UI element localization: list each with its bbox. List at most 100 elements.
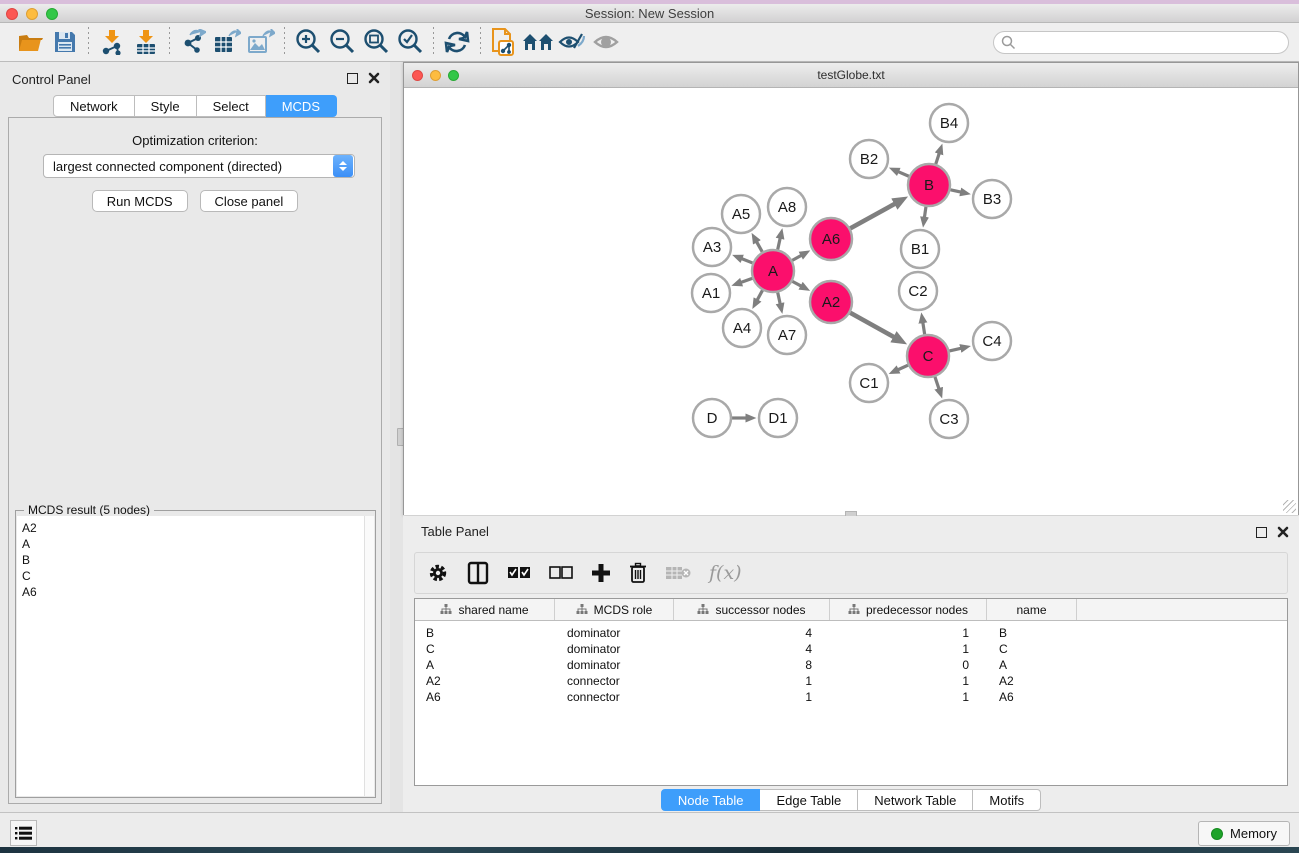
graph-node-A5[interactable]: A5 (722, 195, 760, 233)
graph-edge-C-C4[interactable] (949, 348, 961, 351)
table-row[interactable]: A6 connector 1 1 A6 (415, 689, 1287, 705)
import-table-button[interactable] (129, 26, 163, 58)
graph-node-A3[interactable]: A3 (693, 228, 731, 266)
tab-select[interactable]: Select (197, 95, 266, 117)
zoom-selected-button[interactable] (393, 26, 427, 58)
graph-edge-A2-C[interactable] (850, 313, 894, 338)
network-window-titlebar[interactable]: testGlobe.txt (404, 63, 1298, 88)
table-row[interactable]: B dominator 4 1 B (415, 625, 1287, 641)
minimize-network-button[interactable] (430, 70, 441, 81)
close-table-panel-icon[interactable] (1277, 526, 1289, 538)
graph-node-B2[interactable]: B2 (850, 140, 888, 178)
column-header-mcds-role[interactable]: MCDS role (555, 599, 674, 620)
graph-edge-A-A5[interactable] (757, 242, 763, 252)
table-row[interactable]: A dominator 8 0 A (415, 657, 1287, 673)
graph-edge-A-A3[interactable] (742, 259, 753, 263)
column-header-successor-nodes[interactable]: successor nodes (674, 599, 830, 620)
mcds-result-list[interactable]: A2 A B C A6 (17, 516, 365, 796)
maximize-window-button[interactable] (46, 8, 58, 20)
show-columns-button[interactable] (467, 561, 489, 585)
result-item[interactable]: C (22, 568, 364, 584)
graph-edge-B-B3[interactable] (950, 190, 960, 192)
float-table-panel-icon[interactable] (1256, 527, 1267, 538)
graph-node-C[interactable]: C (907, 335, 949, 377)
delete-column-button[interactable] (629, 562, 647, 584)
graph-edge-A-A2[interactable] (792, 281, 801, 286)
result-item[interactable]: A6 (22, 584, 364, 600)
result-item[interactable]: A (22, 536, 364, 552)
graph-edge-A-A4[interactable] (757, 290, 762, 300)
hide-details-button[interactable] (555, 26, 589, 58)
select-all-button[interactable] (507, 566, 531, 580)
graph-edge-C-C2[interactable] (923, 323, 925, 335)
graph-node-B1[interactable]: B1 (901, 230, 939, 268)
graph-node-A7[interactable]: A7 (768, 316, 806, 354)
graph-edge-B-B4[interactable] (936, 153, 939, 164)
resize-grip[interactable] (1283, 500, 1296, 513)
graph-edge-C-C1[interactable] (898, 365, 908, 370)
tab-edge-table[interactable]: Edge Table (760, 789, 858, 811)
graph-edge-B-B2[interactable] (898, 172, 909, 177)
graph-node-D1[interactable]: D1 (759, 399, 797, 437)
result-item[interactable]: B (22, 552, 364, 568)
close-network-button[interactable] (412, 70, 423, 81)
table-settings-button[interactable] (427, 562, 449, 584)
graph-node-C4[interactable]: C4 (973, 322, 1011, 360)
graph-edge-A-A6[interactable] (792, 255, 801, 260)
home-view-button[interactable] (521, 26, 555, 58)
apply-layout-button[interactable] (440, 26, 474, 58)
network-graph[interactable]: B4B2BB3A5A8A6B1A3AC2A1A2A4A7C4CC1C3DD1 (404, 89, 1298, 515)
open-session-button[interactable] (14, 26, 48, 58)
graph-edge-A6-B[interactable] (850, 204, 895, 229)
export-table-button[interactable] (210, 26, 244, 58)
graph-node-A1[interactable]: A1 (692, 274, 730, 312)
network-window-controls[interactable] (412, 70, 459, 81)
graph-edge-A-A1[interactable] (741, 278, 752, 282)
birdseye-view-button[interactable] (589, 26, 623, 58)
run-mcds-button[interactable]: Run MCDS (92, 190, 188, 212)
export-image-button[interactable] (244, 26, 278, 58)
table-header-row[interactable]: shared name MCDS role successor nodes pr… (415, 599, 1287, 621)
import-network-button[interactable] (95, 26, 129, 58)
column-header-predecessor-nodes[interactable]: predecessor nodes (830, 599, 987, 620)
close-window-button[interactable] (6, 8, 18, 20)
deselect-all-button[interactable] (549, 566, 573, 580)
network-canvas[interactable]: B4B2BB3A5A8A6B1A3AC2A1A2A4A7C4CC1C3DD1 (404, 89, 1298, 515)
float-panel-icon[interactable] (347, 73, 358, 84)
task-history-button[interactable] (10, 820, 37, 846)
minimize-window-button[interactable] (26, 8, 38, 20)
graph-node-C2[interactable]: C2 (899, 272, 937, 310)
save-session-button[interactable] (48, 26, 82, 58)
column-header-shared-name[interactable]: shared name (415, 599, 555, 620)
graph-node-C1[interactable]: C1 (850, 364, 888, 402)
graph-node-A2[interactable]: A2 (810, 281, 852, 323)
graph-node-B[interactable]: B (908, 164, 950, 206)
criterion-dropdown[interactable]: largest connected component (directed) (43, 154, 355, 178)
search-input[interactable] (993, 31, 1289, 54)
tab-node-table[interactable]: Node Table (661, 789, 761, 811)
add-column-button[interactable] (591, 563, 611, 583)
tab-network-table[interactable]: Network Table (858, 789, 973, 811)
tab-style[interactable]: Style (135, 95, 197, 117)
graph-node-C3[interactable]: C3 (930, 400, 968, 438)
memory-button[interactable]: Memory (1198, 821, 1290, 846)
zoom-in-button[interactable] (291, 26, 325, 58)
tab-network[interactable]: Network (53, 95, 135, 117)
result-item[interactable]: A2 (22, 520, 364, 536)
column-header-name[interactable]: name (987, 599, 1077, 620)
node-table[interactable]: shared name MCDS role successor nodes pr… (414, 598, 1288, 786)
maximize-network-button[interactable] (448, 70, 459, 81)
search-field[interactable] (993, 31, 1289, 54)
graph-node-A4[interactable]: A4 (723, 309, 761, 347)
close-panel-icon[interactable] (368, 72, 380, 84)
tab-mcds[interactable]: MCDS (266, 95, 337, 117)
graph-node-A[interactable]: A (752, 250, 794, 292)
zoom-fit-button[interactable] (359, 26, 393, 58)
export-network-button[interactable] (176, 26, 210, 58)
table-row[interactable]: A2 connector 1 1 A2 (415, 673, 1287, 689)
graph-edge-A-A8[interactable] (778, 238, 780, 249)
graph-node-B3[interactable]: B3 (973, 180, 1011, 218)
window-controls[interactable] (6, 8, 58, 20)
result-scrollbar[interactable] (364, 516, 374, 796)
graph-edge-C-C3[interactable] (935, 377, 939, 389)
